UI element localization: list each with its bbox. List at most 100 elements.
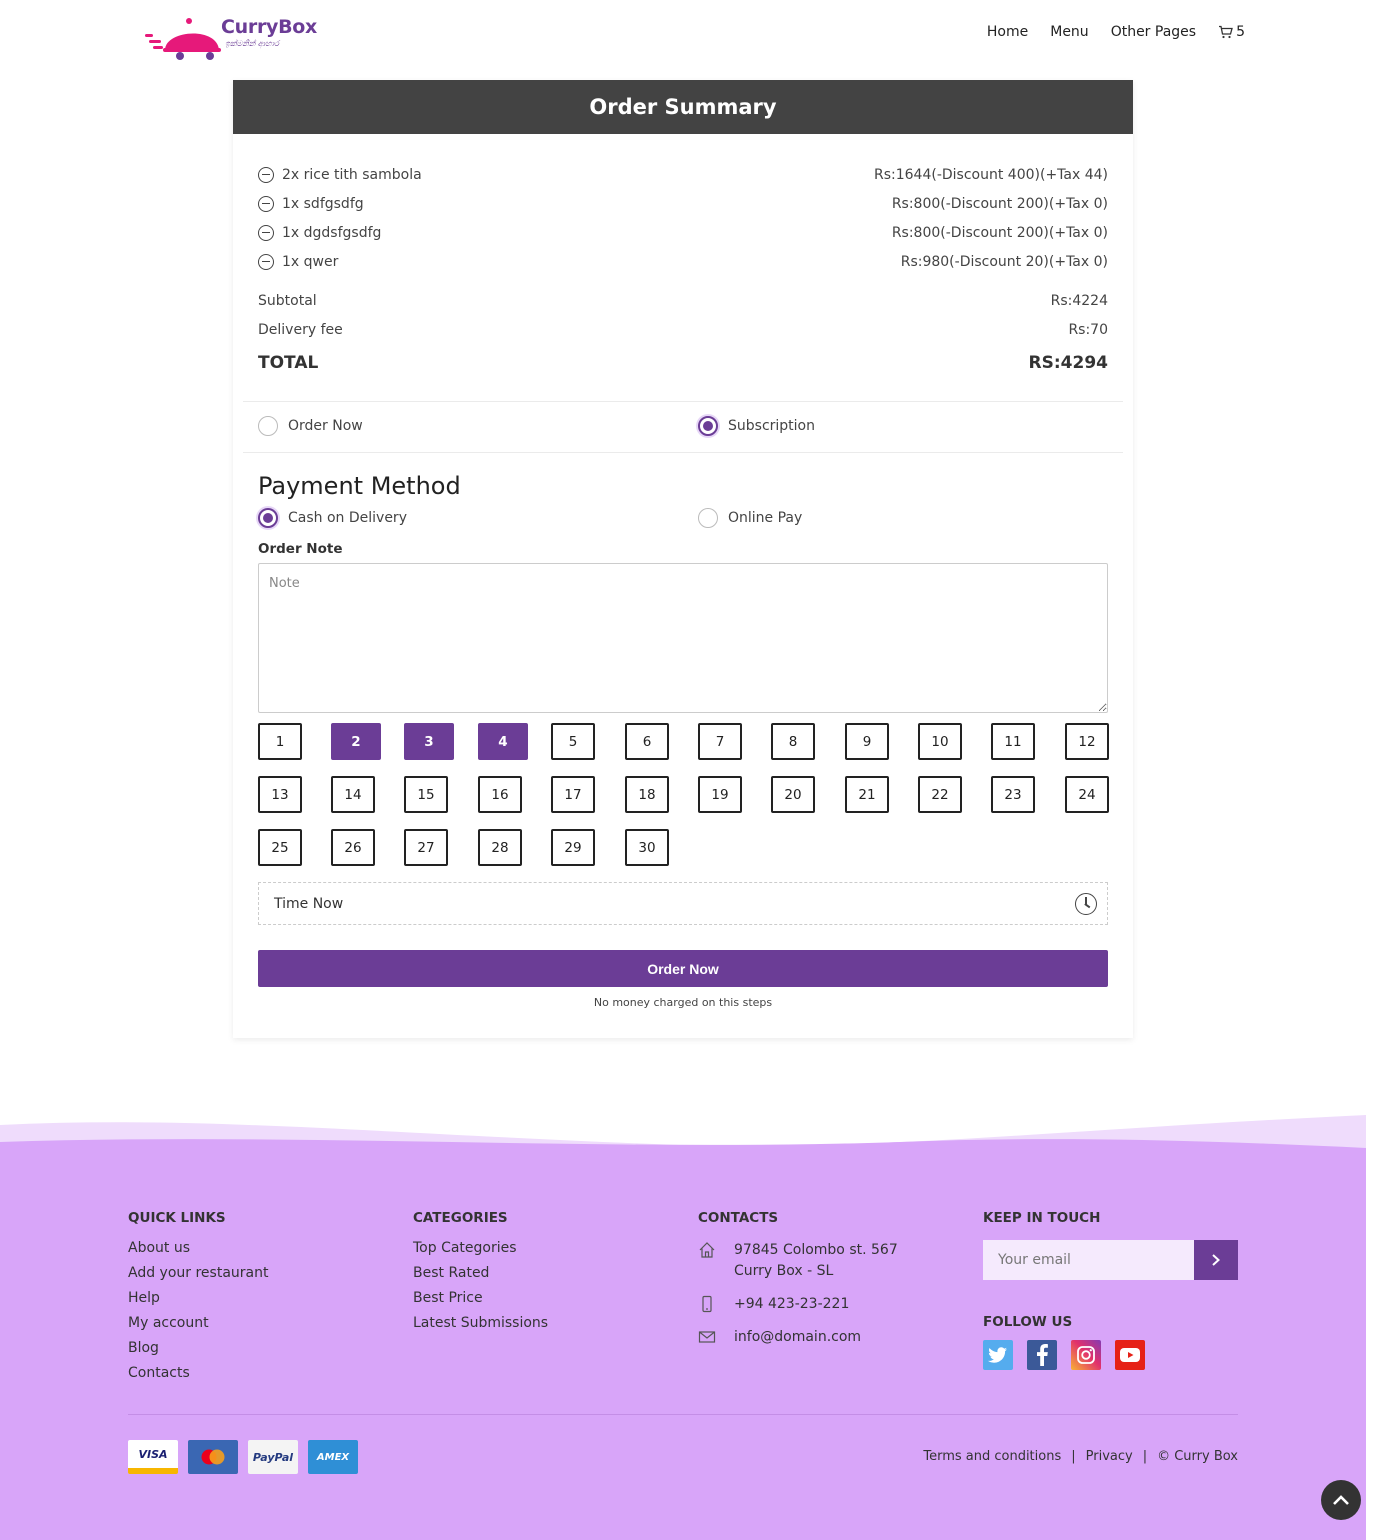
newsletter-email-input[interactable]: [983, 1240, 1194, 1280]
day-14[interactable]: 14: [331, 776, 375, 813]
link-latest-submissions[interactable]: Latest Submissions: [413, 1315, 548, 1340]
clock-icon[interactable]: [1075, 892, 1097, 915]
day-20[interactable]: 20: [771, 776, 815, 813]
categories-column: CATEGORIES Top Categories Best Rated Bes…: [413, 1210, 548, 1340]
radio-button[interactable]: [698, 508, 718, 528]
day-26[interactable]: 26: [331, 829, 375, 866]
brand-logo[interactable]: CurryBox ඉක්මනින් ආහාර: [143, 12, 318, 62]
payment-online-pay[interactable]: Online Pay: [698, 508, 802, 528]
scroll-to-top-button[interactable]: [1321, 1480, 1361, 1520]
link-add-restaurant[interactable]: Add your restaurant: [128, 1265, 268, 1290]
item-name: 1x qwer: [282, 253, 339, 270]
link-my-account[interactable]: My account: [128, 1315, 268, 1340]
chevron-right-icon: [1212, 1254, 1220, 1266]
remove-item-icon[interactable]: [258, 224, 274, 241]
link-about-us[interactable]: About us: [128, 1240, 268, 1265]
link-blog[interactable]: Blog: [128, 1340, 268, 1365]
day-23[interactable]: 23: [991, 776, 1035, 813]
day-3[interactable]: 3: [404, 723, 454, 760]
day-7[interactable]: 7: [698, 723, 742, 760]
privacy-link[interactable]: Privacy: [1086, 1449, 1133, 1464]
time-picker[interactable]: Time Now: [258, 882, 1108, 925]
radio-label: Cash on Delivery: [288, 510, 407, 526]
link-help[interactable]: Help: [128, 1290, 268, 1315]
day-27[interactable]: 27: [404, 829, 448, 866]
day-19[interactable]: 19: [698, 776, 742, 813]
order-note-textarea[interactable]: [258, 563, 1108, 713]
newsletter-form: [983, 1240, 1238, 1280]
day-22[interactable]: 22: [918, 776, 962, 813]
day-4[interactable]: 4: [478, 723, 528, 760]
quick-links-column: QUICK LINKS About us Add your restaurant…: [128, 1210, 268, 1390]
home-icon: [699, 1242, 715, 1258]
day-18[interactable]: 18: [625, 776, 669, 813]
payment-method-group: Cash on Delivery Online Pay: [258, 508, 1108, 532]
radio-button-checked[interactable]: [698, 416, 718, 436]
day-2[interactable]: 2: [331, 723, 381, 760]
day-11[interactable]: 11: [991, 723, 1035, 760]
cart-button[interactable]: 5: [1218, 24, 1245, 40]
day-15[interactable]: 15: [404, 776, 448, 813]
paypal-card-icon: PayPal: [248, 1440, 298, 1474]
separator: |: [1142, 1449, 1148, 1464]
day-24[interactable]: 24: [1065, 776, 1109, 813]
youtube-icon[interactable]: [1115, 1340, 1145, 1370]
link-contacts[interactable]: Contacts: [128, 1365, 268, 1390]
main-nav: Home Menu Other Pages 5: [987, 24, 1245, 40]
nav-other-pages[interactable]: Other Pages: [1111, 24, 1196, 40]
day-21[interactable]: 21: [845, 776, 889, 813]
cart-icon: [1219, 25, 1233, 39]
day-17[interactable]: 17: [551, 776, 595, 813]
item-name: 2x rice tith sambola: [282, 166, 422, 183]
subtotal-label: Subtotal: [258, 293, 317, 309]
day-12[interactable]: 12: [1065, 723, 1109, 760]
remove-item-icon[interactable]: [258, 253, 274, 270]
day-30[interactable]: 30: [625, 829, 669, 866]
checkout-page: CurryBox ඉක්මනින් ආහාර Home Menu Other P…: [0, 0, 1381, 1540]
link-best-price[interactable]: Best Price: [413, 1290, 548, 1315]
day-13[interactable]: 13: [258, 776, 302, 813]
phone-number[interactable]: +94 423-23-221: [734, 1294, 849, 1315]
item-name: 1x sdfgsdfg: [282, 195, 364, 212]
divider: [243, 401, 1123, 402]
day-10[interactable]: 10: [918, 723, 962, 760]
order-type-subscription[interactable]: Subscription: [698, 416, 815, 436]
contact-email: info@domain.com: [698, 1327, 898, 1348]
day-9[interactable]: 9: [845, 723, 889, 760]
link-top-categories[interactable]: Top Categories: [413, 1240, 548, 1265]
radio-button-checked[interactable]: [258, 508, 278, 528]
payment-cash-on-delivery[interactable]: Cash on Delivery: [258, 508, 407, 528]
day-25[interactable]: 25: [258, 829, 302, 866]
day-8[interactable]: 8: [771, 723, 815, 760]
twitter-icon[interactable]: [983, 1340, 1013, 1370]
copyright-text: © Curry Box: [1157, 1449, 1238, 1464]
order-type-order-now[interactable]: Order Now: [258, 416, 363, 436]
link-best-rated[interactable]: Best Rated: [413, 1265, 548, 1290]
day-5[interactable]: 5: [551, 723, 595, 760]
facebook-icon[interactable]: [1027, 1340, 1057, 1370]
instagram-icon[interactable]: [1071, 1340, 1101, 1370]
day-28[interactable]: 28: [478, 829, 522, 866]
order-now-button[interactable]: Order Now: [258, 950, 1108, 987]
nav-menu[interactable]: Menu: [1050, 24, 1088, 40]
day-16[interactable]: 16: [478, 776, 522, 813]
order-type-group: Order Now Subscription: [258, 416, 1108, 440]
legal-links: Terms and conditions | Privacy | © Curry…: [923, 1449, 1238, 1464]
remove-item-icon[interactable]: [258, 195, 274, 212]
remove-item-icon[interactable]: [258, 166, 274, 183]
delivery-fee-label: Delivery fee: [258, 322, 343, 338]
day-6[interactable]: 6: [625, 723, 669, 760]
payment-cards: VISA PayPal AMEX: [128, 1440, 358, 1474]
day-29[interactable]: 29: [551, 829, 595, 866]
nav-home[interactable]: Home: [987, 24, 1028, 40]
contacts-title: CONTACTS: [698, 1210, 779, 1226]
mastercard-icon: [188, 1440, 238, 1474]
address-line-1: 97845 Colombo st. 567: [734, 1242, 898, 1258]
email-address[interactable]: info@domain.com: [734, 1327, 861, 1348]
payment-method-title: Payment Method: [258, 472, 461, 500]
subtotal-value: Rs:4224: [1050, 293, 1108, 309]
newsletter-submit-button[interactable]: [1194, 1240, 1238, 1280]
radio-button[interactable]: [258, 416, 278, 436]
day-1[interactable]: 1: [258, 723, 302, 760]
terms-link[interactable]: Terms and conditions: [923, 1449, 1061, 1464]
